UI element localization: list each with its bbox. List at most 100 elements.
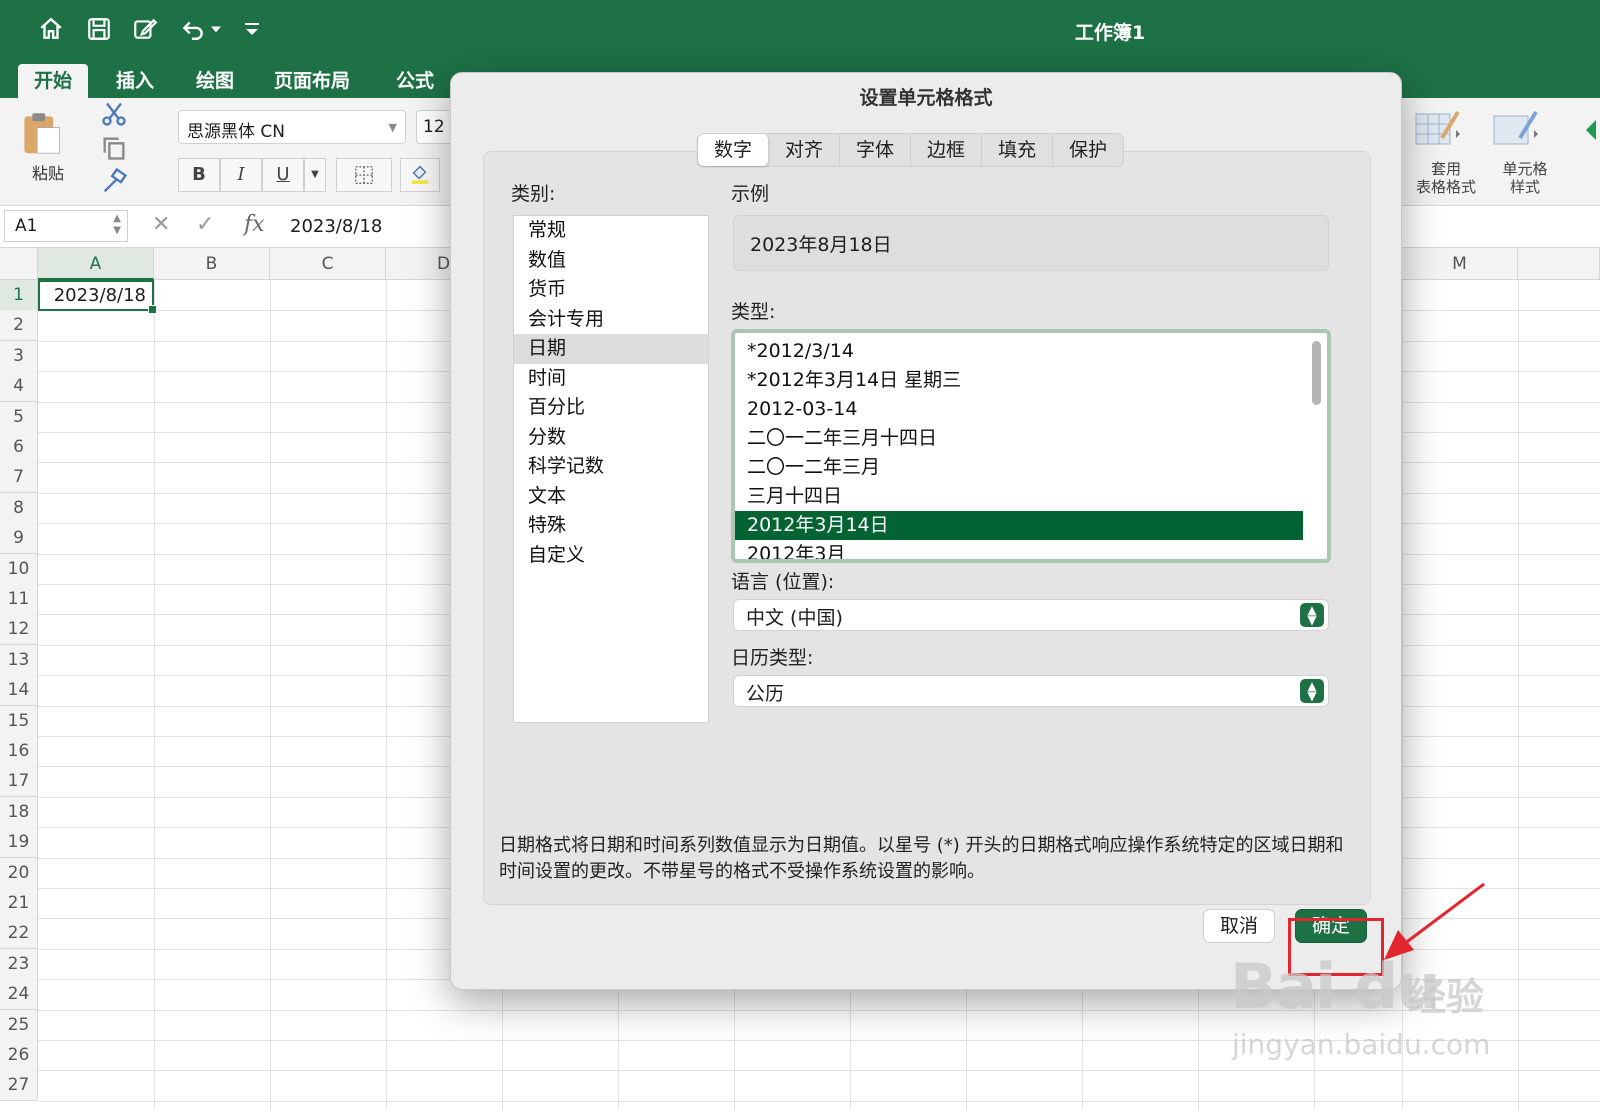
row-header[interactable]: 14 <box>0 675 38 707</box>
row-header[interactable]: 19 <box>0 827 38 859</box>
list-item[interactable]: 二〇一二年三月十四日 <box>735 424 1303 453</box>
edit-icon[interactable] <box>130 14 160 44</box>
row-header[interactable]: 17 <box>0 766 38 798</box>
column-header-m[interactable]: M <box>1402 248 1518 280</box>
row-header[interactable]: 9 <box>0 523 38 555</box>
cell-a1[interactable]: 2023/8/18 <box>38 280 157 314</box>
cell-styles-icon[interactable] <box>1490 108 1542 152</box>
select-all-corner[interactable] <box>0 248 38 280</box>
fx-icon[interactable]: fx <box>244 212 265 237</box>
column-header-c[interactable]: C <box>270 248 386 280</box>
row-header[interactable]: 24 <box>0 979 38 1011</box>
tab-border[interactable]: 边框 <box>911 134 983 166</box>
list-item[interactable]: 2012年3月 <box>735 540 1303 559</box>
locale-select[interactable]: 中文 (中国) ▲ ▼ <box>733 599 1329 631</box>
row-header[interactable]: 12 <box>0 614 38 646</box>
chevron-left-icon[interactable] <box>1584 118 1598 146</box>
list-item[interactable]: 文本 <box>514 482 708 512</box>
row-header[interactable]: 15 <box>0 705 38 737</box>
column-header-a[interactable]: A <box>38 248 154 280</box>
row-header[interactable]: 16 <box>0 736 38 767</box>
chevron-down-icon[interactable]: ▼ <box>304 158 326 192</box>
calendar-value: 公历 <box>746 683 785 705</box>
list-item[interactable]: 货币 <box>514 275 708 305</box>
save-icon[interactable] <box>84 14 114 44</box>
chevron-down-icon[interactable] <box>206 14 226 44</box>
font-name-select[interactable]: 思源黑体 CN ▼ <box>178 110 406 144</box>
cancel-icon[interactable]: ✕ <box>152 212 170 237</box>
formula-input[interactable]: 2023/8/18 <box>290 216 382 237</box>
tab-page-layout[interactable]: 页面布局 <box>258 64 366 98</box>
list-item[interactable]: 特殊 <box>514 511 708 541</box>
row-header[interactable]: 7 <box>0 462 38 494</box>
tab-home[interactable]: 开始 <box>18 64 89 98</box>
list-item[interactable]: 分数 <box>514 423 708 453</box>
list-item[interactable]: 2012-03-14 <box>735 395 1303 424</box>
list-item[interactable]: 三月十四日 <box>735 482 1303 511</box>
row-header[interactable]: 5 <box>0 401 38 433</box>
row-header[interactable]: 13 <box>0 644 38 676</box>
column-header-b[interactable]: B <box>154 248 270 280</box>
underline-button[interactable]: U <box>262 158 304 192</box>
tab-insert[interactable]: 插入 <box>100 64 170 98</box>
home-icon[interactable] <box>36 14 66 44</box>
category-list[interactable]: 常规 数值 货币 会计专用 日期 时间 百分比 分数 科学记数 文本 特殊 自定… <box>513 215 709 723</box>
row-header[interactable]: 8 <box>0 492 38 524</box>
row-header[interactable]: 2 <box>0 310 38 342</box>
list-item[interactable]: 二〇一二年三月 <box>735 453 1303 482</box>
italic-button[interactable]: I <box>220 158 262 192</box>
cancel-button[interactable]: 取消 <box>1203 909 1275 943</box>
row-header[interactable]: 21 <box>0 888 38 919</box>
list-item[interactable]: *2012/3/14 <box>735 337 1303 366</box>
row-header[interactable]: 3 <box>0 340 38 372</box>
row-header[interactable]: 18 <box>0 796 38 828</box>
row-header[interactable]: 27 <box>0 1070 38 1102</box>
list-item[interactable]: 百分比 <box>514 393 708 423</box>
list-item[interactable]: 会计专用 <box>514 305 708 335</box>
clipboard-icon <box>24 113 61 154</box>
calendar-select[interactable]: 公历 ▲ ▼ <box>733 675 1329 707</box>
row-header[interactable]: 4 <box>0 371 38 403</box>
tab-alignment[interactable]: 对齐 <box>769 134 841 166</box>
tab-draw[interactable]: 绘图 <box>180 64 250 98</box>
check-icon[interactable]: ✓ <box>196 212 214 237</box>
list-item[interactable]: 数值 <box>514 246 708 276</box>
tab-protection[interactable]: 保护 <box>1053 134 1123 166</box>
column-header-n[interactable] <box>1518 248 1600 280</box>
list-item-selected[interactable]: 2012年3月14日 <box>735 511 1303 540</box>
row-header[interactable]: 1 <box>0 280 38 311</box>
type-list[interactable]: *2012/3/14 *2012年3月14日 星期三 2012-03-14 二〇… <box>731 329 1331 563</box>
cut-icon[interactable] <box>100 100 128 128</box>
row-header[interactable]: 22 <box>0 918 38 950</box>
row-header[interactable]: 26 <box>0 1040 38 1071</box>
stepper-icon: ▲ ▼ <box>113 213 121 236</box>
name-box[interactable]: A1 ▲ ▼ <box>4 210 128 242</box>
tab-fill[interactable]: 填充 <box>982 134 1054 166</box>
tab-font[interactable]: 字体 <box>840 134 912 166</box>
row-header[interactable]: 20 <box>0 857 38 889</box>
font-name-value: 思源黑体 CN <box>187 122 285 142</box>
tab-number[interactable]: 数字 <box>698 134 770 166</box>
customize-toolbar-icon[interactable] <box>240 14 264 44</box>
list-item[interactable]: 时间 <box>514 364 708 394</box>
row-header[interactable]: 6 <box>0 432 38 463</box>
bold-button[interactable]: B <box>178 158 220 192</box>
row-header[interactable]: 25 <box>0 1009 38 1041</box>
undo-icon[interactable] <box>178 14 208 44</box>
list-item[interactable]: 常规 <box>514 216 708 246</box>
list-item-selected[interactable]: 日期 <box>514 334 708 364</box>
copy-icon[interactable] <box>100 134 128 162</box>
dialog-title: 设置单元格格式 <box>859 87 993 109</box>
list-item[interactable]: *2012年3月14日 星期三 <box>735 366 1303 395</box>
format-as-table-icon[interactable] <box>1412 108 1464 152</box>
fill-color-button[interactable] <box>400 158 440 192</box>
borders-button[interactable] <box>336 158 392 192</box>
row-header[interactable]: 11 <box>0 584 38 615</box>
scrollbar-thumb[interactable] <box>1312 341 1321 405</box>
format-painter-icon[interactable] <box>100 167 128 196</box>
row-header[interactable]: 23 <box>0 948 38 980</box>
list-item[interactable]: 自定义 <box>514 541 708 571</box>
list-item[interactable]: 科学记数 <box>514 452 708 482</box>
row-header[interactable]: 10 <box>0 553 38 585</box>
tab-formulas[interactable]: 公式 <box>380 64 450 98</box>
